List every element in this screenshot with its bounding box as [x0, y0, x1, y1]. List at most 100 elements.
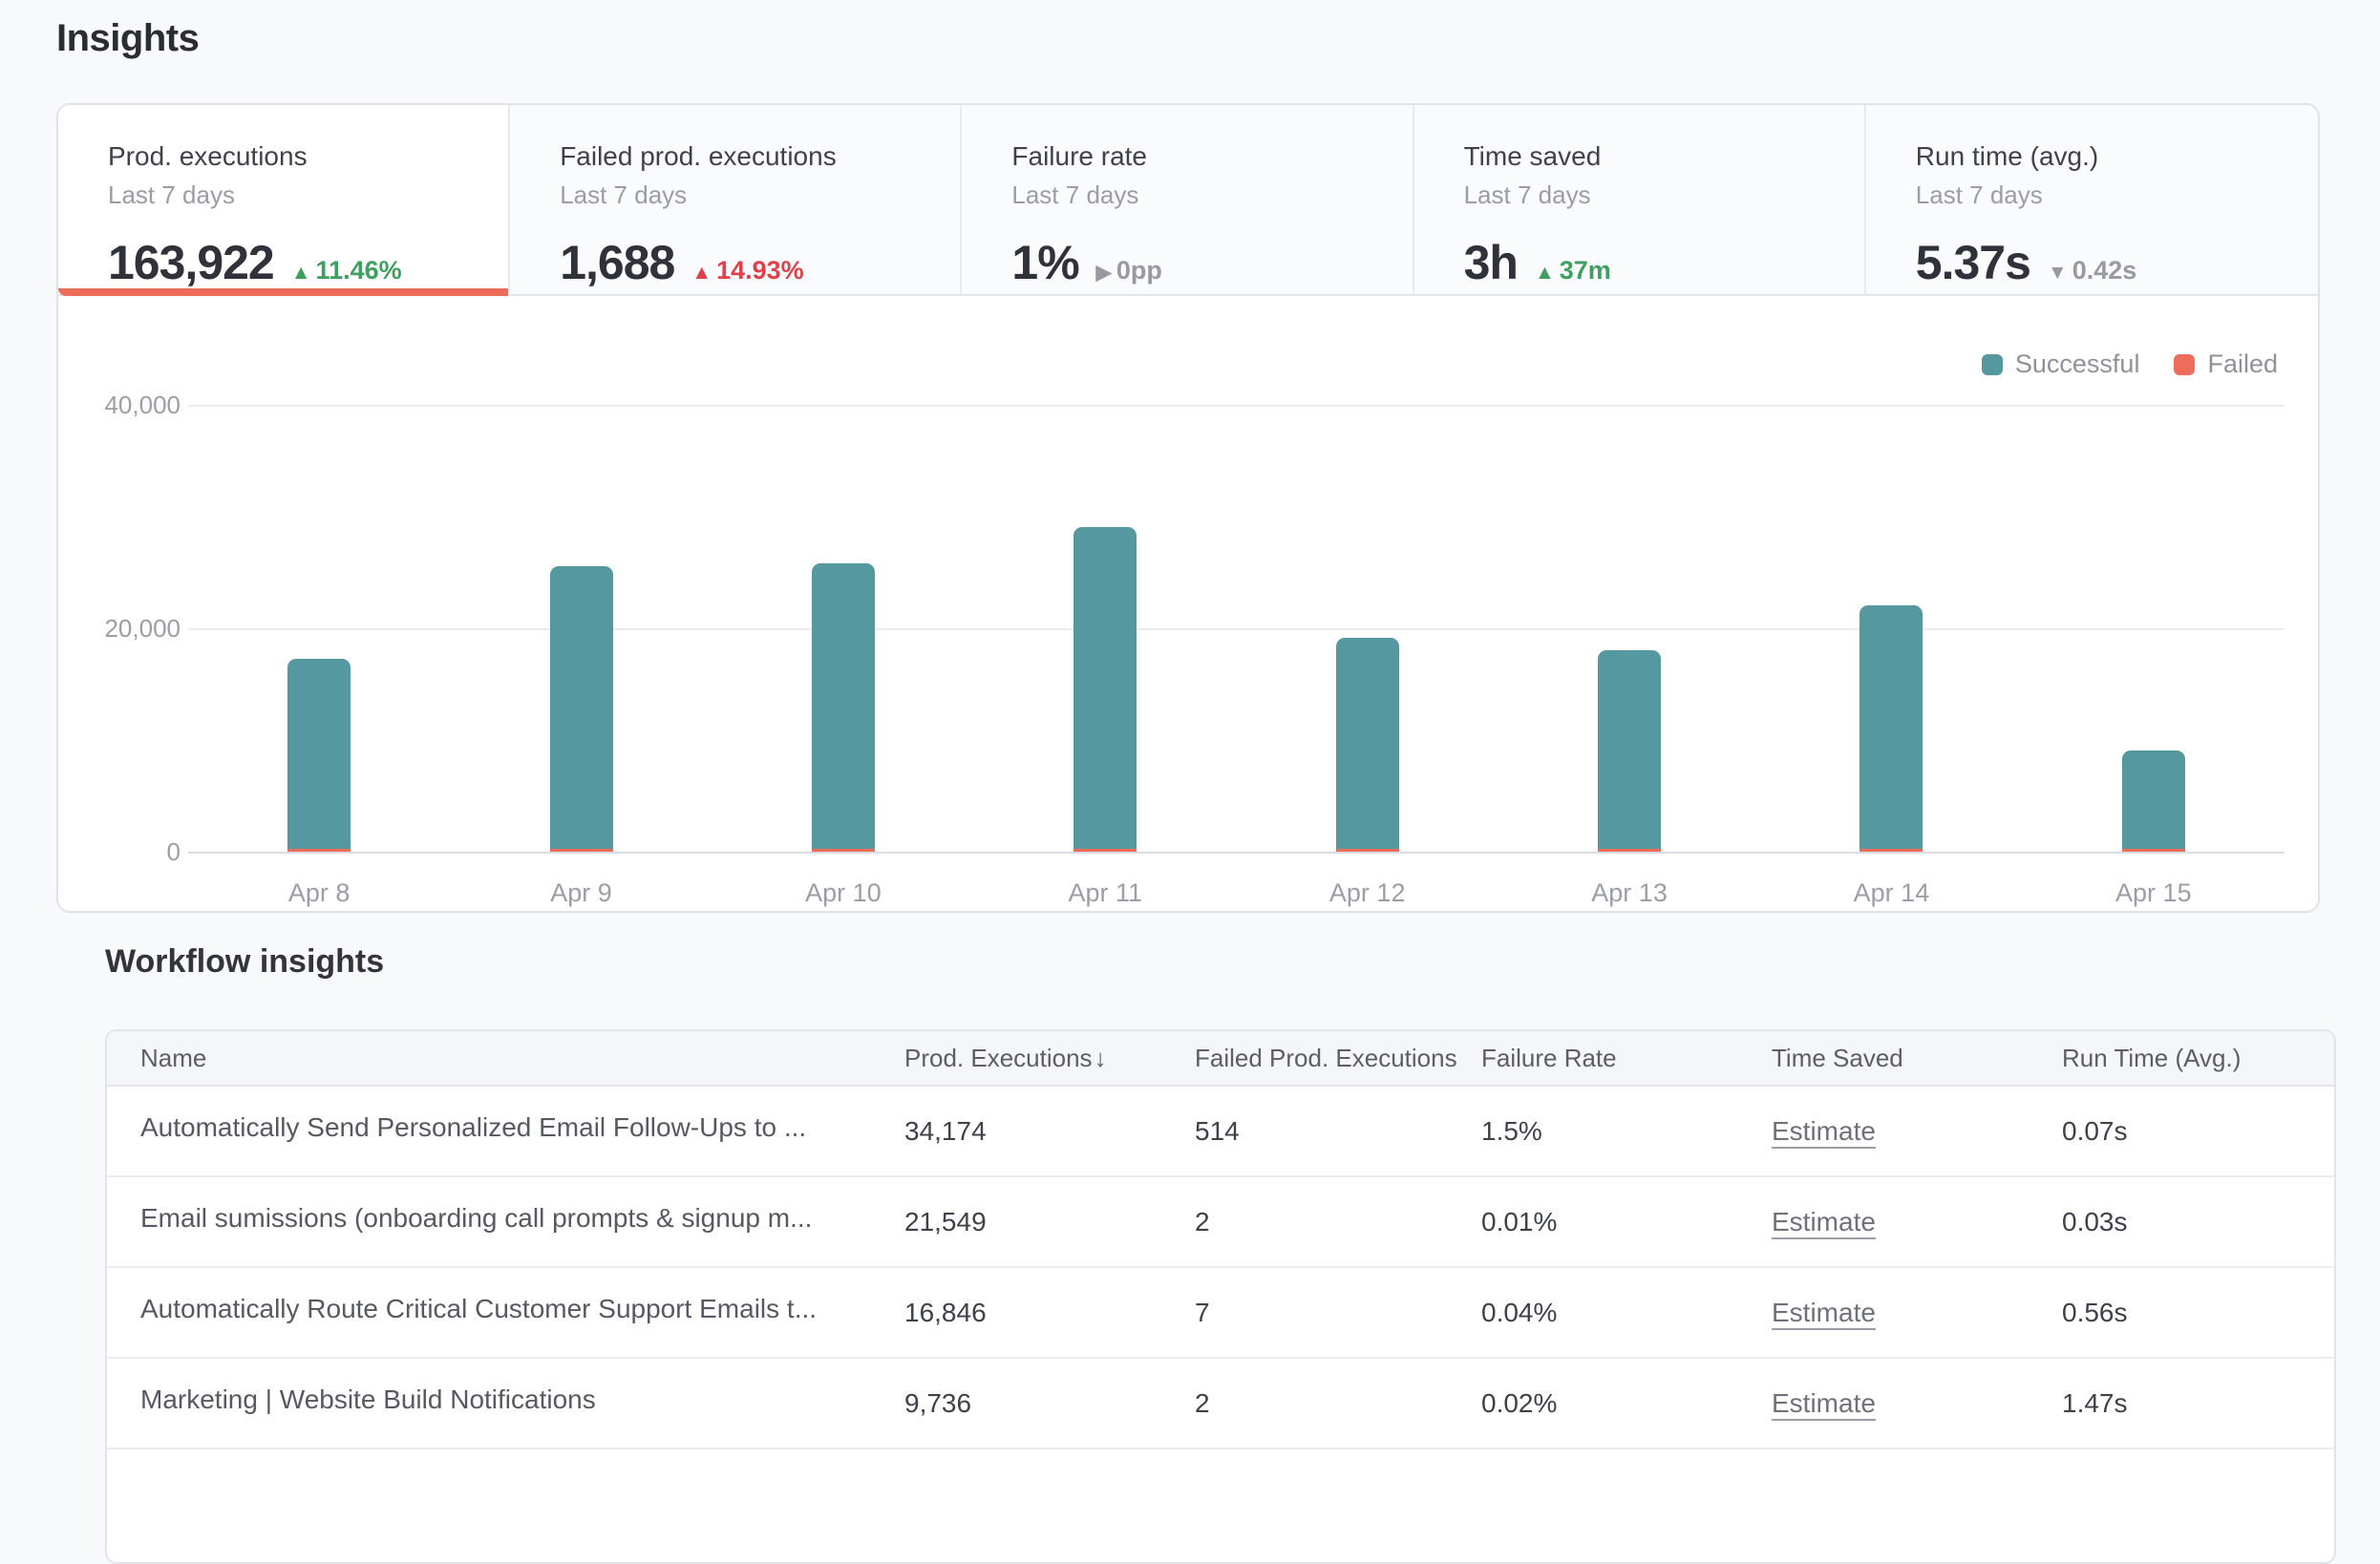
cell-run-time-avg: 0.03s [2062, 1207, 2301, 1237]
table-header-row: NameProd. Executions↓Failed Prod. Execut… [107, 1031, 2334, 1087]
cell-failure-rate: 0.02% [1481, 1388, 1772, 1419]
column-header-failure-rate[interactable]: Failure Rate [1481, 1044, 1772, 1073]
table-row: Automatically Send Personalized Email Fo… [107, 1087, 2334, 1177]
metric-card-label: Failed prod. executions [560, 141, 931, 172]
cell-prod-executions: 21,549 [904, 1207, 1195, 1237]
legend-item-failed[interactable]: Failed [2174, 349, 2278, 379]
insights-summary-panel: Prod. executionsLast 7 days163,922▲11.46… [56, 103, 2320, 913]
metric-card-period: Last 7 days [560, 180, 931, 210]
workflow-name-link[interactable]: Email sumissions (onboarding call prompt… [140, 1203, 812, 1234]
metric-card-value: 1,688 [560, 235, 674, 290]
x-axis-tick-label: Apr 13 [1534, 878, 1725, 908]
column-header-name[interactable]: Name [140, 1044, 904, 1073]
metric-card-delta-text: 0pp [1116, 256, 1162, 285]
x-axis-tick-label: Apr 9 [486, 878, 677, 908]
metric-card-label: Run time (avg.) [1916, 141, 2289, 172]
workflow-insights-table: NameProd. Executions↓Failed Prod. Execut… [105, 1029, 2336, 1564]
delta-up-icon: ▲ [291, 262, 311, 285]
metric-card-prod-executions[interactable]: Prod. executionsLast 7 days163,922▲11.46… [58, 105, 510, 294]
metric-card-period: Last 7 days [1464, 180, 1836, 210]
cell-run-time-avg: 0.07s [2062, 1116, 2301, 1147]
metric-card-delta-text: 11.46% [316, 256, 402, 285]
estimate-time-saved-link[interactable]: Estimate [1772, 1298, 1876, 1327]
legend-label: Successful [2015, 349, 2140, 379]
x-axis-tick-label: Apr 12 [1272, 878, 1463, 908]
x-axis-tick-label: Apr 11 [1009, 878, 1201, 908]
x-axis-tick-label: Apr 8 [223, 878, 414, 908]
cell-failed-prod-executions: 514 [1195, 1116, 1481, 1147]
bar-segment-successful [1073, 527, 1137, 849]
workflow-name-link[interactable]: Automatically Route Critical Customer Su… [140, 1294, 817, 1324]
column-header-time-saved[interactable]: Time Saved [1772, 1044, 2062, 1073]
cell-failure-rate: 0.01% [1481, 1207, 1772, 1237]
estimate-time-saved-link[interactable]: Estimate [1772, 1207, 1876, 1236]
estimate-time-saved-link[interactable]: Estimate [1772, 1388, 1876, 1418]
metric-card-period: Last 7 days [1011, 180, 1383, 210]
metric-card-delta: ▼0.42s [2048, 256, 2136, 285]
table-body: Automatically Send Personalized Email Fo… [107, 1087, 2334, 1540]
table-row: Marketing | Website Build Notifications9… [107, 1359, 2334, 1449]
metric-card-label: Time saved [1464, 141, 1836, 172]
bar-segment-failed [287, 849, 351, 852]
delta-up-icon: ▲ [1535, 262, 1555, 285]
metric-card-delta-text: 0.42s [2072, 256, 2137, 285]
metric-card-value: 3h [1464, 235, 1518, 290]
executions-bar-chart: SuccessfulFailed Apr 8Apr 9Apr 10Apr 11A… [58, 296, 2318, 911]
bar-apr-8 [287, 659, 351, 852]
bar-segment-failed [1073, 849, 1137, 852]
legend-swatch-failed [2174, 354, 2195, 375]
metric-card-label: Failure rate [1011, 141, 1383, 172]
y-axis-tick-label: 40,000 [66, 391, 181, 418]
column-header-failed-prod-executions[interactable]: Failed Prod. Executions [1195, 1044, 1481, 1073]
bar-apr-13 [1598, 650, 1661, 852]
metric-card-value: 163,922 [108, 235, 274, 290]
metric-card-delta: ▶0pp [1096, 256, 1162, 285]
cell-failed-prod-executions: 7 [1195, 1298, 1481, 1328]
metric-card-delta-text: 37m [1560, 256, 1611, 285]
metric-card-period: Last 7 days [1916, 180, 2289, 210]
sort-descending-icon: ↓ [1094, 1044, 1107, 1072]
bar-segment-successful [287, 659, 351, 849]
metric-cards-row: Prod. executionsLast 7 days163,922▲11.46… [58, 105, 2318, 296]
bar-segment-failed [550, 849, 613, 852]
bar-segment-successful [550, 566, 613, 849]
y-axis-tick-label: 20,000 [66, 615, 181, 642]
chart-gridline [188, 852, 2284, 854]
metric-card-delta: ▲14.93% [691, 256, 803, 285]
column-header-label: Run Time (Avg.) [2062, 1044, 2241, 1072]
column-header-label: Failure Rate [1481, 1044, 1617, 1072]
metric-card-failure-rate[interactable]: Failure rate Last 7 days 1% ▶0pp [962, 105, 1413, 294]
bar-apr-12 [1336, 638, 1399, 852]
bar-apr-15 [2122, 750, 2185, 852]
workflow-name-link[interactable]: Automatically Send Personalized Email Fo… [140, 1112, 806, 1143]
bar-apr-9 [550, 566, 613, 852]
metric-card-delta: ▲37m [1535, 256, 1611, 285]
bar-segment-successful [2122, 750, 2185, 849]
bar-apr-10 [812, 563, 875, 852]
delta-up-icon: ▲ [691, 262, 712, 285]
bar-segment-failed [1859, 849, 1923, 852]
bar-segment-successful [812, 563, 875, 849]
column-header-prod-executions[interactable]: Prod. Executions↓ [904, 1044, 1195, 1073]
bar-segment-failed [812, 849, 875, 852]
bar-apr-11 [1073, 527, 1137, 852]
metric-card-delta: ▲11.46% [291, 256, 402, 285]
metric-card-time-saved[interactable]: Time saved Last 7 days 3h ▲37m [1414, 105, 1866, 294]
metric-card-value: 1% [1011, 235, 1078, 290]
column-header-run-time-avg[interactable]: Run Time (Avg.) [2062, 1044, 2301, 1073]
metric-card-value: 5.37s [1916, 235, 2030, 290]
legend-item-successful[interactable]: Successful [1982, 349, 2140, 379]
bar-segment-successful [1598, 650, 1661, 849]
column-header-label: Prod. Executions [904, 1044, 1093, 1072]
page-title: Insights [56, 17, 199, 60]
metric-card-run-time-avg[interactable]: Run time (avg.) Last 7 days 5.37s ▼0.42s [1866, 105, 2318, 294]
chart-gridline [188, 628, 2284, 630]
bar-segment-successful [1859, 605, 1923, 849]
x-axis-tick-label: Apr 14 [1796, 878, 1987, 908]
cell-failed-prod-executions: 2 [1195, 1207, 1481, 1237]
bar-segment-successful [1336, 638, 1399, 849]
estimate-time-saved-link[interactable]: Estimate [1772, 1116, 1876, 1146]
delta-down-icon: ▼ [2048, 262, 2068, 285]
workflow-name-link[interactable]: Marketing | Website Build Notifications [140, 1384, 596, 1415]
metric-card-failed-prod-executions[interactable]: Failed prod. executions Last 7 days 1,688 ▲… [510, 105, 962, 294]
